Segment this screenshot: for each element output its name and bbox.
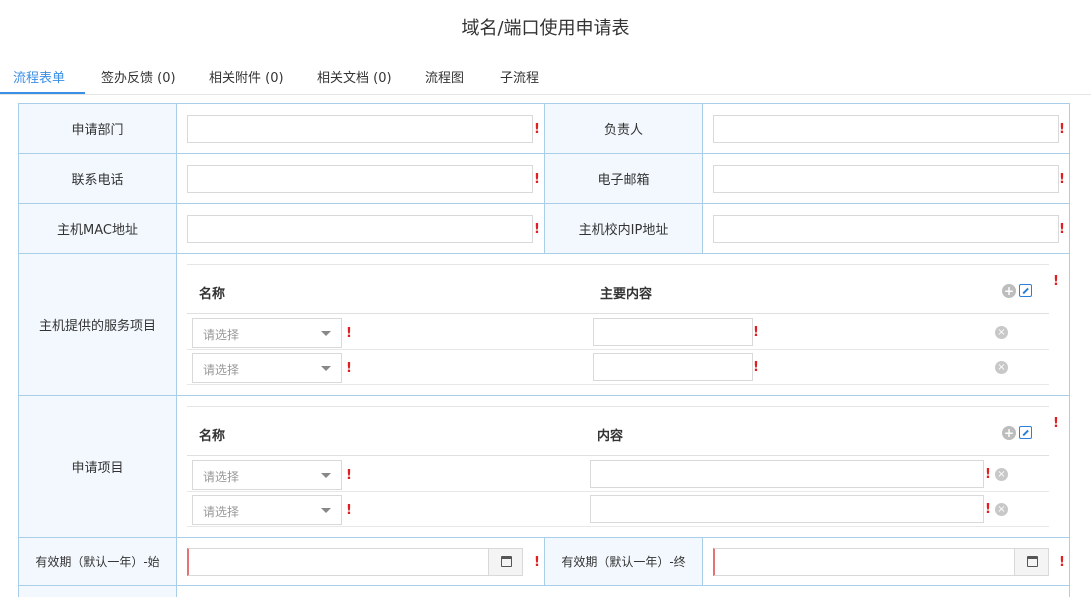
calendar-button[interactable] — [488, 549, 522, 575]
chevron-down-icon — [321, 366, 331, 371]
close-circle-icon[interactable]: × — [995, 361, 1008, 374]
calendar-button[interactable] — [1014, 549, 1048, 575]
application-form: 申请部门 ! 负责人 ! 联系电话 ! 电子邮箱 ! 主机MAC地址 ! 主机校… — [18, 103, 1070, 597]
phone-cell: ! — [177, 154, 545, 204]
tab-subprocess[interactable]: 子流程 — [500, 67, 539, 86]
services-col-content: 主要内容 — [600, 287, 653, 302]
required-mark: ! — [534, 122, 540, 137]
required-mark: ! — [985, 467, 991, 482]
next-row-label — [19, 586, 177, 597]
mac-cell: ! — [177, 204, 545, 254]
tab-feedback[interactable]: 签办反馈 (0) — [101, 67, 176, 86]
items-subtable: 名称 内容 + 请选择 ! ! × 请选择 ! ! × — [187, 406, 1049, 528]
item-name-select[interactable]: 请选择 — [192, 495, 342, 525]
required-mark: ! — [534, 172, 540, 187]
item-name-select[interactable]: 请选择 — [192, 460, 342, 490]
department-label: 申请部门 — [19, 104, 177, 154]
required-mark: ! — [1053, 274, 1059, 289]
tab-attachments[interactable]: 相关附件 (0) — [209, 67, 284, 86]
required-mark: ! — [534, 222, 540, 237]
tab-form[interactable]: 流程表单 — [13, 67, 65, 86]
department-cell: ! — [177, 104, 545, 154]
required-mark: ! — [753, 325, 759, 340]
valid-start-input[interactable] — [187, 548, 523, 576]
chevron-down-icon — [321, 508, 331, 513]
close-circle-icon[interactable]: × — [995, 503, 1008, 516]
export-icon[interactable] — [1019, 426, 1032, 439]
required-mark: ! — [1053, 416, 1059, 431]
required-mark: ! — [985, 502, 991, 517]
select-placeholder: 请选择 — [203, 470, 240, 484]
required-mark: ! — [534, 555, 540, 570]
item-content-input[interactable] — [590, 495, 984, 523]
row-divider — [187, 526, 1049, 527]
valid-end-cell: ! — [703, 538, 1069, 586]
services-label: 主机提供的服务项目 — [19, 254, 177, 396]
phone-label: 联系电话 — [19, 154, 177, 204]
close-circle-icon[interactable]: × — [995, 468, 1008, 481]
items-col-name: 名称 — [199, 429, 226, 444]
service-content-input[interactable] — [593, 318, 753, 346]
valid-start-cell: ! — [177, 538, 545, 586]
items-col-content: 内容 — [597, 429, 624, 444]
mac-label: 主机MAC地址 — [19, 204, 177, 254]
email-label: 电子邮箱 — [545, 154, 703, 204]
owner-label: 负责人 — [545, 104, 703, 154]
service-content-input[interactable] — [593, 353, 753, 381]
row-divider — [187, 384, 1049, 385]
department-input[interactable] — [187, 115, 533, 143]
required-mark: ! — [1059, 172, 1065, 187]
chevron-down-icon — [321, 473, 331, 478]
services-cell: 名称 主要内容 + 请选择 ! ! × 请选择 ! ! × ! — [177, 254, 1069, 396]
valid-start-label: 有效期（默认一年）-始 — [19, 538, 177, 586]
required-mark: ! — [1059, 122, 1065, 137]
required-mark: ! — [753, 360, 759, 375]
required-mark: ! — [346, 326, 352, 341]
calendar-icon — [1027, 556, 1038, 567]
plus-circle-icon[interactable]: + — [1002, 426, 1016, 440]
chevron-down-icon — [321, 331, 331, 336]
valid-end-label: 有效期（默认一年）-终 — [545, 538, 703, 586]
phone-input[interactable] — [187, 165, 533, 193]
required-mark: ! — [1059, 555, 1065, 570]
services-header: 名称 主要内容 + — [187, 265, 1049, 314]
required-mark: ! — [346, 361, 352, 376]
services-subtable: 名称 主要内容 + 请选择 ! ! × 请选择 ! ! × — [187, 264, 1049, 386]
tab-flowchart[interactable]: 流程图 — [425, 67, 464, 86]
next-row-cell — [177, 586, 1069, 597]
service-name-select[interactable]: 请选择 — [192, 353, 342, 383]
ip-label: 主机校内IP地址 — [545, 204, 703, 254]
service-name-select[interactable]: 请选择 — [192, 318, 342, 348]
select-placeholder: 请选择 — [203, 363, 240, 377]
select-placeholder: 请选择 — [203, 328, 240, 342]
export-icon[interactable] — [1019, 284, 1032, 297]
items-label: 申请项目 — [19, 396, 177, 538]
valid-end-input[interactable] — [713, 548, 1049, 576]
tab-bar: 流程表单 签办反馈 (0) 相关附件 (0) 相关文档 (0) 流程图 子流程 — [0, 60, 1091, 95]
tab-documents[interactable]: 相关文档 (0) — [317, 67, 392, 86]
services-col-name: 名称 — [199, 287, 226, 302]
page-title: 域名/端口使用申请表 — [461, 18, 630, 39]
items-header: 名称 内容 + — [187, 407, 1049, 456]
required-mark: ! — [346, 503, 352, 518]
plus-circle-icon[interactable]: + — [1002, 284, 1016, 298]
email-input[interactable] — [713, 165, 1059, 193]
items-cell: 名称 内容 + 请选择 ! ! × 请选择 ! ! × ! — [177, 396, 1069, 538]
ip-cell: ! — [703, 204, 1069, 254]
owner-cell: ! — [703, 104, 1069, 154]
row-divider — [187, 349, 1049, 350]
calendar-icon — [501, 556, 512, 567]
ip-input[interactable] — [713, 215, 1059, 243]
close-circle-icon[interactable]: × — [995, 326, 1008, 339]
mac-input[interactable] — [187, 215, 533, 243]
select-placeholder: 请选择 — [203, 505, 240, 519]
required-mark: ! — [346, 468, 352, 483]
active-tab-indicator — [0, 92, 85, 94]
row-divider — [187, 491, 1049, 492]
email-cell: ! — [703, 154, 1069, 204]
owner-input[interactable] — [713, 115, 1059, 143]
item-content-input[interactable] — [590, 460, 984, 488]
required-mark: ! — [1059, 222, 1065, 237]
